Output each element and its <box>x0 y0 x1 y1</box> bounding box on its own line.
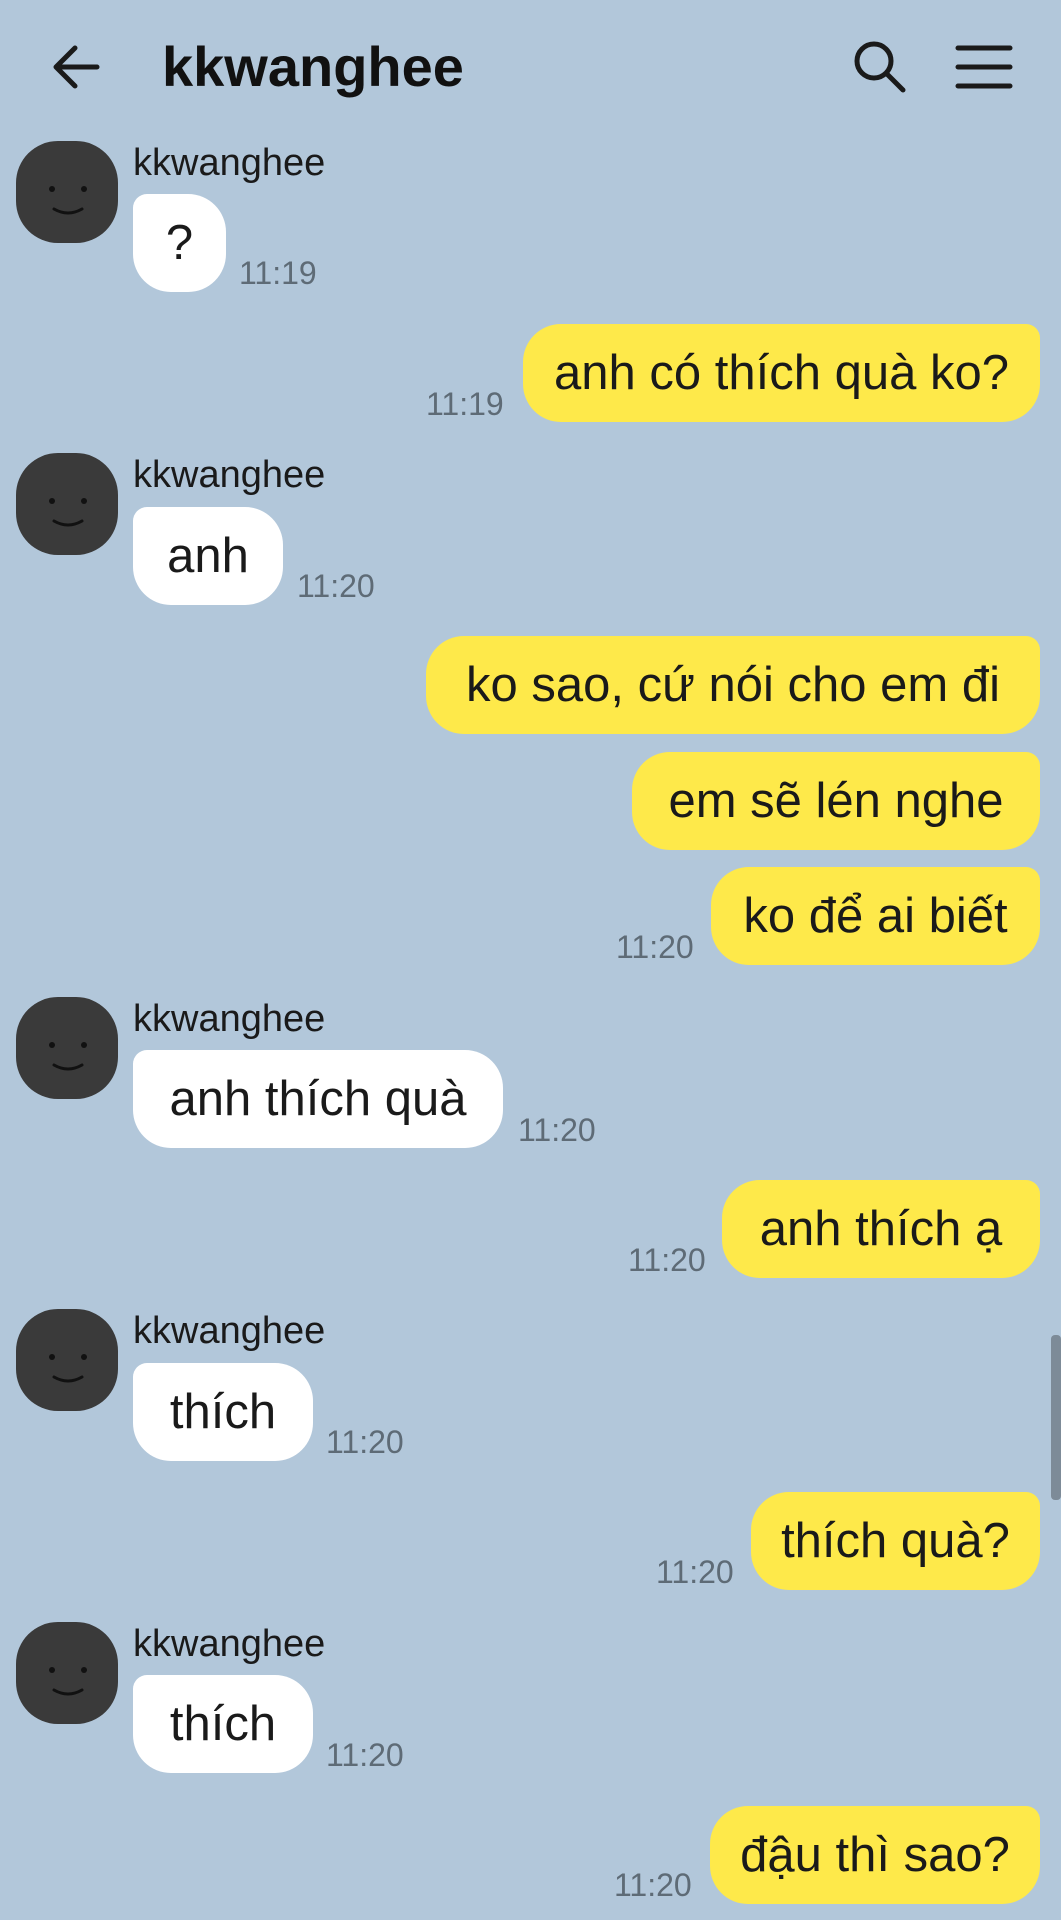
message-time: 11:20 <box>518 1112 596 1148</box>
message-time: 11:20 <box>614 1867 692 1903</box>
message-time: 11:20 <box>326 1424 404 1460</box>
search-icon <box>854 41 906 93</box>
message-bubble-incoming[interactable]: anh <box>133 507 283 605</box>
arrow-left-icon <box>53 45 100 89</box>
message-bubble-outgoing[interactable]: anh có thích quà ko? <box>523 324 1040 422</box>
avatar[interactable] <box>16 1309 118 1411</box>
message-time: 11:20 <box>656 1554 734 1590</box>
smiley-face-icon <box>49 1042 87 1071</box>
message-time: 11:20 <box>326 1737 404 1773</box>
back-button[interactable] <box>45 35 109 99</box>
sender-name: kkwanghee <box>133 454 326 496</box>
sender-name: kkwanghee <box>133 142 326 184</box>
avatar[interactable] <box>16 997 118 1099</box>
message-bubble-outgoing[interactable]: thích quà? <box>751 1492 1040 1590</box>
message-time: 11:19 <box>239 255 317 291</box>
smiley-face-icon <box>49 1667 87 1696</box>
smiley-face-icon <box>49 498 87 527</box>
message-time: 11:20 <box>628 1242 706 1278</box>
chat-header: kkwanghee <box>0 0 1061 135</box>
sender-name: kkwanghee <box>133 998 326 1040</box>
avatar[interactable] <box>16 1622 118 1724</box>
smiley-face-icon <box>49 186 87 215</box>
menu-button[interactable] <box>952 35 1016 99</box>
message-bubble-incoming[interactable]: thích <box>133 1363 313 1461</box>
sender-name: kkwanghee <box>133 1310 326 1352</box>
message-bubble-outgoing[interactable]: ko để ai biết <box>711 867 1040 965</box>
hamburger-menu-icon <box>955 45 1013 89</box>
message-time: 11:20 <box>297 568 375 604</box>
message-bubble-incoming[interactable]: thích <box>133 1675 313 1773</box>
avatar[interactable] <box>16 453 118 555</box>
scrollbar-thumb[interactable] <box>1051 1335 1061 1500</box>
message-bubble-outgoing[interactable]: em sẽ lén nghe <box>632 752 1040 850</box>
message-bubble-incoming[interactable]: anh thích quà <box>133 1050 503 1148</box>
search-button[interactable] <box>848 35 912 99</box>
sender-name: kkwanghee <box>133 1623 326 1665</box>
message-bubble-outgoing[interactable]: đậu thì sao? <box>710 1806 1040 1904</box>
message-bubble-incoming[interactable]: ? <box>133 194 226 292</box>
chat-title: kkwanghee <box>162 35 464 98</box>
message-time: 11:20 <box>616 929 694 965</box>
avatar[interactable] <box>16 141 118 243</box>
message-bubble-outgoing[interactable]: ko sao, cứ nói cho em đi <box>426 636 1040 734</box>
message-time: 11:19 <box>426 386 504 422</box>
message-bubble-outgoing[interactable]: anh thích ạ <box>722 1180 1040 1278</box>
smiley-face-icon <box>49 1354 87 1383</box>
